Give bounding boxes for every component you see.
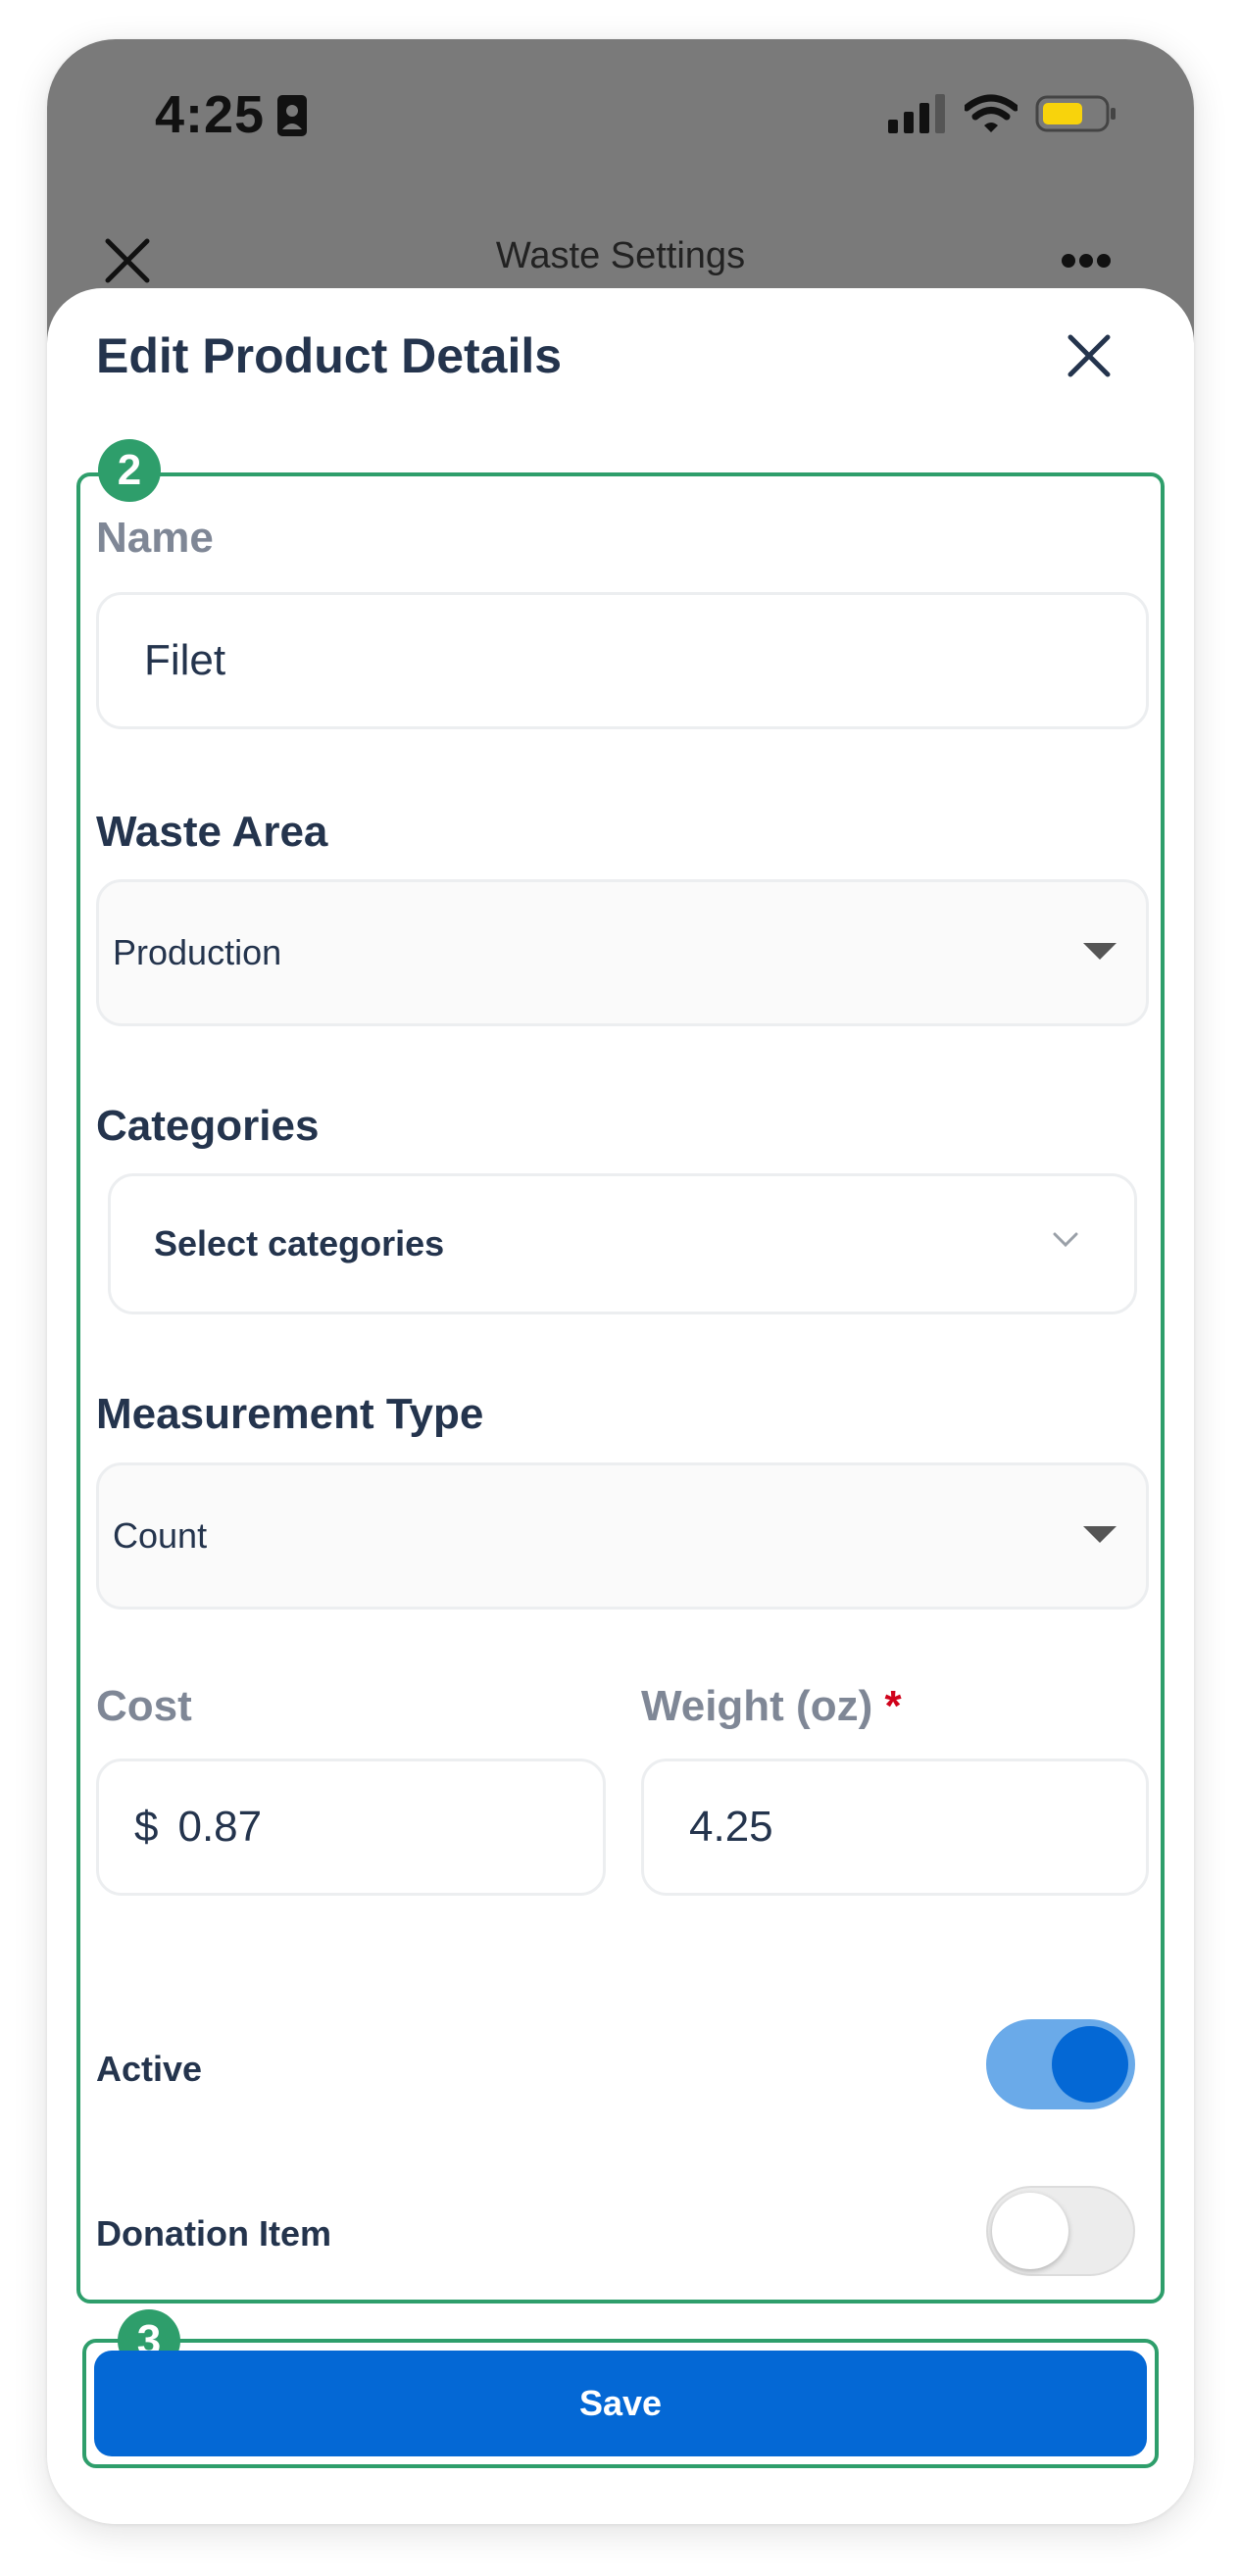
edit-product-sheet: Edit Product Details 2 Name Filet Waste … bbox=[47, 288, 1194, 2524]
id-badge-icon bbox=[277, 95, 307, 136]
dropdown-caret-icon bbox=[1083, 943, 1117, 960]
toggle-knob bbox=[992, 2193, 1068, 2269]
weight-input[interactable]: 4.25 bbox=[641, 1759, 1149, 1896]
form-highlight-badge: 2 bbox=[98, 439, 161, 502]
cost-input-value: 0.87 bbox=[177, 1803, 263, 1851]
close-sheet-icon[interactable] bbox=[1065, 331, 1114, 380]
name-input[interactable]: Filet bbox=[96, 592, 1149, 729]
save-button[interactable]: Save bbox=[94, 2351, 1147, 2456]
dropdown-caret-icon bbox=[1083, 1526, 1117, 1543]
toggle-knob bbox=[1052, 2026, 1128, 2103]
waste-area-label: Waste Area bbox=[96, 808, 328, 856]
measurement-type-select[interactable]: Count bbox=[96, 1462, 1149, 1610]
active-label: Active bbox=[96, 2049, 203, 2089]
wifi-icon bbox=[965, 94, 1018, 132]
categories-label: Categories bbox=[96, 1102, 320, 1150]
measurement-type-label: Measurement Type bbox=[96, 1390, 484, 1438]
cellular-signal-icon bbox=[888, 94, 945, 133]
donation-item-toggle[interactable] bbox=[986, 2186, 1135, 2276]
weight-label: Weight (oz) * bbox=[641, 1682, 902, 1731]
chevron-down-icon bbox=[1053, 1232, 1078, 1248]
status-indicators bbox=[888, 94, 1117, 133]
waste-area-selected: Production bbox=[113, 932, 282, 972]
cost-label: Cost bbox=[96, 1682, 192, 1730]
sheet-title: Edit Product Details bbox=[96, 328, 563, 383]
status-time: 4:25 bbox=[155, 85, 266, 144]
donation-item-label: Donation Item bbox=[96, 2213, 331, 2254]
name-input-value: Filet bbox=[144, 636, 226, 684]
required-asterisk: * bbox=[884, 1682, 902, 1730]
battery-low-power-icon bbox=[1035, 95, 1116, 132]
cost-input[interactable]: $ 0.87 bbox=[96, 1759, 606, 1896]
categories-multiselect[interactable]: Select categories bbox=[108, 1173, 1137, 1314]
nav-title: Waste Settings bbox=[495, 235, 746, 276]
weight-input-value: 4.25 bbox=[689, 1803, 773, 1851]
active-toggle[interactable] bbox=[986, 2019, 1135, 2109]
currency-symbol: $ bbox=[134, 1803, 159, 1851]
categories-placeholder: Select categories bbox=[154, 1223, 445, 1263]
phone-screen: 4:25 Waste Settings Edit Product Details bbox=[47, 39, 1194, 2524]
more-options-icon[interactable] bbox=[1061, 253, 1112, 269]
waste-area-select[interactable]: Production bbox=[96, 879, 1149, 1026]
measurement-type-selected: Count bbox=[113, 1515, 208, 1556]
name-label: Name bbox=[96, 514, 214, 562]
weight-label-text: Weight (oz) bbox=[641, 1682, 873, 1730]
